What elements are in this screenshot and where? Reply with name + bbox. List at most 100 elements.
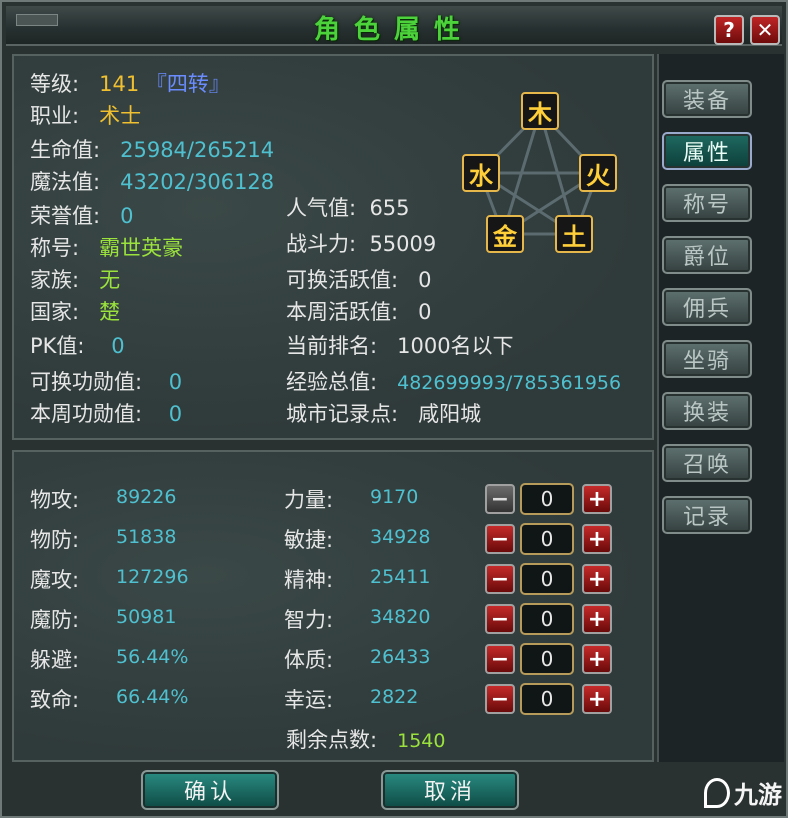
combat-stat-row: 物攻: 89226 <box>30 484 176 514</box>
window-title: 角色属性 <box>313 15 474 45</box>
increase-button[interactable]: + <box>582 484 612 514</box>
rank-value: 1000名以下 <box>397 334 514 358</box>
honor-value: 0 <box>120 204 134 228</box>
combat-stat-label: 物防: <box>30 528 80 552</box>
decrease-button[interactable]: − <box>485 484 515 514</box>
combat-stat-row: 躲避: 56.44% <box>30 644 188 674</box>
element-metal-icon[interactable]: 金 <box>486 215 524 253</box>
tab-item[interactable]: 属性 <box>662 132 752 170</box>
combat-stat-value: 51838 <box>116 526 177 548</box>
decrease-button[interactable]: − <box>485 644 515 674</box>
tab-item[interactable]: 记录 <box>662 496 752 534</box>
tab-item[interactable]: 佣兵 <box>662 288 752 326</box>
increase-button[interactable]: + <box>582 684 612 714</box>
increase-button[interactable]: + <box>582 644 612 674</box>
decrease-button[interactable]: − <box>485 564 515 594</box>
attribute-label: 敏捷: <box>284 528 334 552</box>
level-value: 141 <box>99 72 140 96</box>
confirm-button[interactable]: 确认 <box>141 770 279 810</box>
popularity-row: 人气值: 655 <box>286 192 410 222</box>
merit-week-label: 本周功勋值: <box>30 402 143 426</box>
country-row: 国家: 楚 <box>30 296 120 326</box>
combat-stat-label: 魔攻: <box>30 568 80 592</box>
attribute-row: 智力: 34820 <box>284 604 430 634</box>
combat-stat-row: 致命: 66.44% <box>30 684 188 714</box>
pk-value: 0 <box>111 334 125 358</box>
element-earth-icon[interactable]: 土 <box>555 215 593 253</box>
country-value: 楚 <box>99 300 121 324</box>
tab-item[interactable]: 爵位 <box>662 236 752 274</box>
title-bar[interactable]: 角色属性 ? ✕ <box>6 6 782 46</box>
family-label: 家族: <box>30 268 80 292</box>
decrease-button[interactable]: − <box>485 684 515 714</box>
attribute-label: 体质: <box>284 648 334 672</box>
mp-label: 魔法值: <box>30 170 101 194</box>
increase-button[interactable]: + <box>582 604 612 634</box>
hp-value: 25984/265214 <box>120 138 275 162</box>
allocation-field[interactable]: 0 <box>520 563 574 595</box>
active-exchange-value: 0 <box>418 268 432 292</box>
help-button[interactable]: ? <box>714 15 744 45</box>
attribute-label: 精神: <box>284 568 334 592</box>
city-label: 城市记录点: <box>286 402 399 426</box>
element-wood-icon[interactable]: 木 <box>521 92 559 130</box>
popularity-value: 655 <box>369 196 410 220</box>
combat-stat-label: 物攻: <box>30 488 80 512</box>
attribute-value: 34928 <box>370 526 431 548</box>
decrease-button[interactable]: − <box>485 524 515 554</box>
title-row: 称号: 霸世英豪 <box>30 232 183 262</box>
attribute-label: 智力: <box>284 608 334 632</box>
element-water-icon[interactable]: 水 <box>462 154 500 192</box>
attribute-row: 体质: 26433 <box>284 644 430 674</box>
tab-item[interactable]: 称号 <box>662 184 752 222</box>
allocation-field[interactable]: 0 <box>520 603 574 635</box>
allocation-field[interactable]: 0 <box>520 683 574 715</box>
attribute-value: 25411 <box>370 566 431 588</box>
increase-button[interactable]: + <box>582 524 612 554</box>
increase-button[interactable]: + <box>582 564 612 594</box>
cancel-button[interactable]: 取消 <box>381 770 519 810</box>
element-fire-icon[interactable]: 火 <box>579 154 617 192</box>
tab-item[interactable]: 坐骑 <box>662 340 752 378</box>
remaining-points-label: 剩余点数: <box>286 728 378 752</box>
allocation-field[interactable]: 0 <box>520 483 574 515</box>
attribute-label: 力量: <box>284 488 334 512</box>
attribute-value: 26433 <box>370 646 431 668</box>
remaining-points-row: 剩余点数: 1540 <box>286 724 445 754</box>
level-label: 等级: <box>30 72 80 96</box>
combat-stat-row: 魔攻: 127296 <box>30 564 189 594</box>
family-value: 无 <box>99 268 121 292</box>
combat-stat-row: 物防: 51838 <box>30 524 176 554</box>
title-value: 霸世英豪 <box>99 236 184 260</box>
combat-stat-value: 127296 <box>116 566 189 588</box>
attribute-row: 力量: 9170 <box>284 484 418 514</box>
exp-label: 经验总值: <box>286 370 378 394</box>
merit-exchange-value: 0 <box>168 370 183 394</box>
merit-exchange-row: 可换功勋值: 0 <box>30 366 182 396</box>
attribute-value: 9170 <box>370 486 419 508</box>
power-label: 战斗力: <box>286 232 357 256</box>
title-label: 称号: <box>30 236 80 260</box>
mp-value: 43202/306128 <box>120 170 275 194</box>
hp-row: 生命值: 25984/265214 <box>30 134 274 164</box>
watermark-logo-icon <box>704 777 730 808</box>
honor-row: 荣誉值: 0 <box>30 200 133 230</box>
job-value: 术士 <box>99 104 142 128</box>
active-week-value: 0 <box>418 300 432 324</box>
character-attributes-window: 角色属性 ? ✕ 等级: 141 『四转』 职业: 术士 生命值: 25984/… <box>0 0 788 818</box>
tab-item[interactable]: 召唤 <box>662 444 752 482</box>
rank-label: 当前排名: <box>286 334 378 358</box>
decrease-button[interactable]: − <box>485 604 515 634</box>
pk-label: PK值: <box>30 334 85 358</box>
allocation-field[interactable]: 0 <box>520 523 574 555</box>
tab-item[interactable]: 换装 <box>662 392 752 430</box>
power-value: 55009 <box>369 232 437 256</box>
tab-item[interactable]: 装备 <box>662 80 752 118</box>
combat-stat-value: 66.44% <box>116 686 189 708</box>
close-button[interactable]: ✕ <box>750 15 780 45</box>
combat-stat-label: 致命: <box>30 688 80 712</box>
job-row: 职业: 术士 <box>30 100 141 130</box>
attribute-row: 精神: 25411 <box>284 564 430 594</box>
active-week-label: 本周活跃值: <box>286 300 399 324</box>
allocation-field[interactable]: 0 <box>520 643 574 675</box>
